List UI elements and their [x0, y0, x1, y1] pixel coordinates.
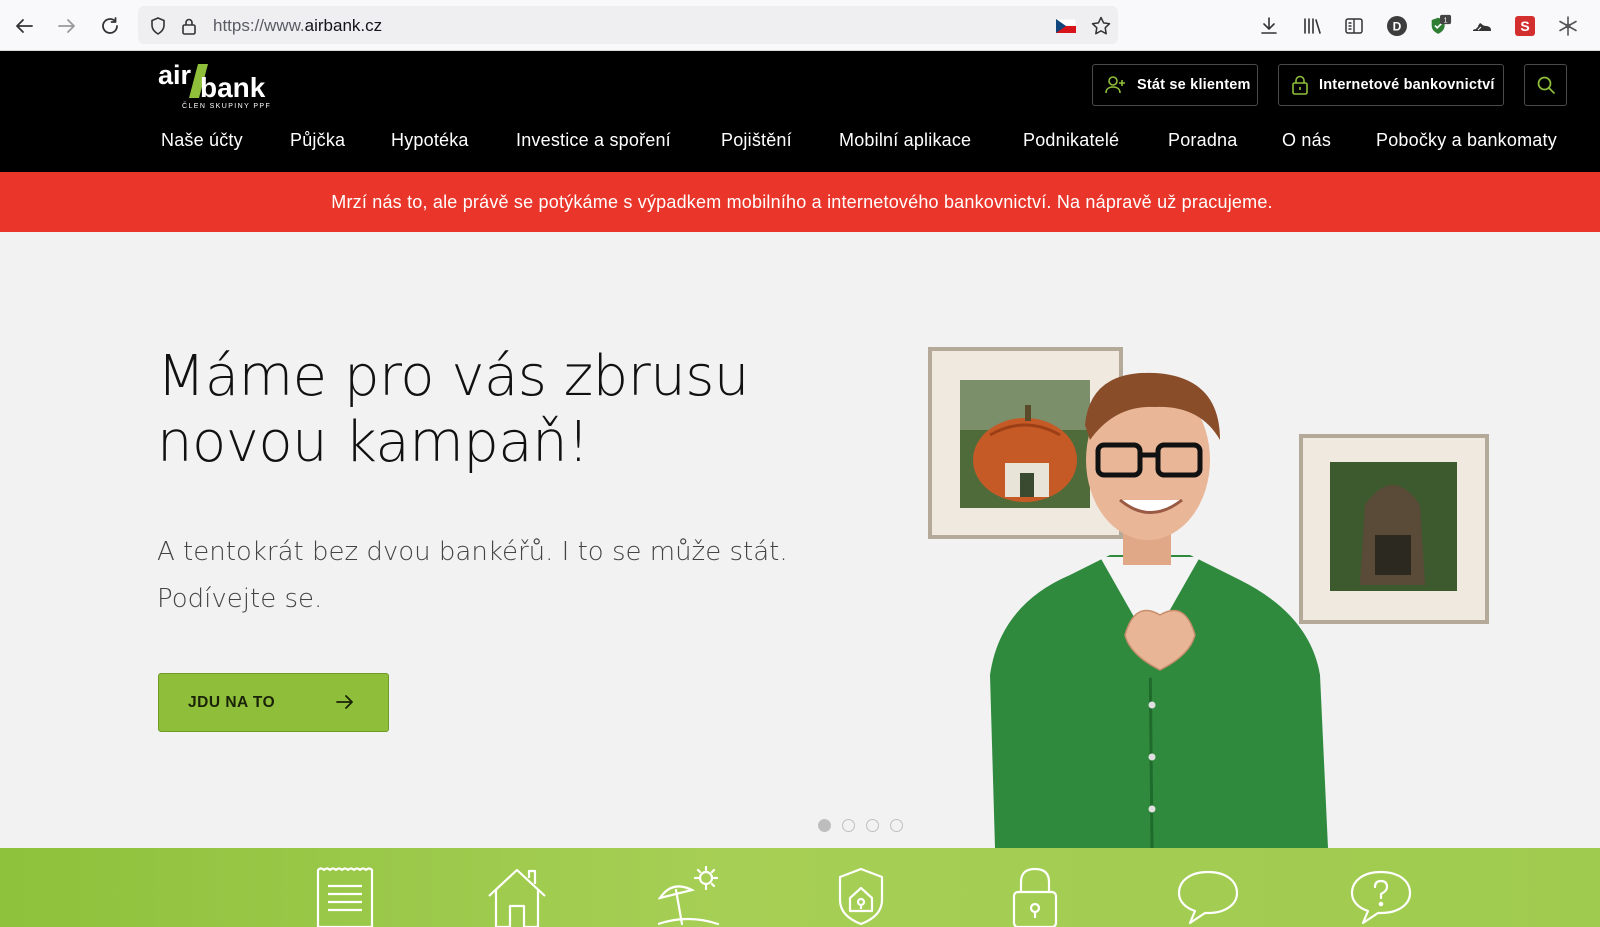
- airbank-logo[interactable]: air bank ČLEN SKUPINY PPF: [158, 58, 288, 110]
- svg-text:D: D: [1393, 20, 1402, 34]
- carousel-dot-2[interactable]: [842, 819, 855, 832]
- beach-umbrella-icon[interactable]: [658, 866, 722, 927]
- extension-badge-count: 1: [1443, 15, 1447, 24]
- hero-title: Máme pro vás zbrusu novou kampaň!: [157, 344, 837, 476]
- url-domain: airbank.cz: [304, 16, 383, 35]
- forward-arrow-icon[interactable]: [54, 13, 80, 39]
- url-text[interactable]: https://www.airbank.cz: [213, 16, 382, 36]
- download-icon[interactable]: [1257, 14, 1281, 38]
- hero-subtitle-line1: A tentokrát bez dvou bankéřů. I to se mů…: [157, 537, 788, 567]
- hero-title-line2: novou kampaň!: [157, 410, 590, 475]
- nav-item-investice[interactable]: Investice a spoření: [516, 130, 671, 151]
- nav-item-poradna[interactable]: Poradna: [1168, 130, 1237, 151]
- help-question-icon[interactable]: [1349, 866, 1413, 927]
- carousel-dot-1[interactable]: [818, 819, 831, 832]
- internet-banking-label: Internetové bankovnictví: [1319, 77, 1495, 93]
- ublock-shield-icon[interactable]: 1: [1428, 14, 1452, 38]
- security-padlock-icon[interactable]: [1003, 866, 1067, 927]
- reload-icon[interactable]: [97, 13, 123, 39]
- chat-bubble-icon[interactable]: [1176, 866, 1240, 927]
- nav-item-mobilni-aplikace[interactable]: Mobilní aplikace: [839, 130, 971, 151]
- hero-subtitle-line2: Podívejte se.: [157, 584, 323, 614]
- account-statement-icon[interactable]: [313, 866, 377, 927]
- hero-title-line1: Máme pro vás zbrusu: [157, 344, 749, 409]
- nav-item-pojisteni[interactable]: Pojištění: [721, 130, 792, 151]
- lock-icon[interactable]: [177, 14, 201, 38]
- internet-banking-button[interactable]: Internetové bankovnictví: [1278, 64, 1504, 106]
- logo-subtitle: ČLEN SKUPINY PPF: [182, 101, 271, 110]
- library-icon[interactable]: [1300, 14, 1324, 38]
- add-user-icon: [1105, 76, 1125, 94]
- snowflake-extension-icon[interactable]: [1556, 14, 1580, 38]
- logo-bank-text: bank: [200, 72, 266, 103]
- cta-button[interactable]: JDU NA TO: [158, 673, 389, 732]
- shield-icon[interactable]: [146, 14, 170, 38]
- czech-flag-icon[interactable]: [1054, 14, 1078, 38]
- campaign-man-illustration: [928, 347, 1489, 848]
- shoe-extension-icon[interactable]: [1470, 14, 1494, 38]
- cta-label: JDU NA TO: [188, 694, 276, 711]
- reader-view-icon[interactable]: [1342, 14, 1366, 38]
- red-s-extension-icon[interactable]: S: [1513, 14, 1537, 38]
- outage-alert-banner: Mrzí nás to, ale právě se potýkáme s výp…: [0, 172, 1600, 232]
- become-client-button[interactable]: Stát se klientem: [1092, 64, 1258, 106]
- nav-item-pujcka[interactable]: Půjčka: [290, 130, 345, 151]
- forest-throne-picture: [1299, 434, 1489, 624]
- lock-icon: [1292, 75, 1308, 95]
- hero-subtitle: A tentokrát bez dvou bankéřů. I to se mů…: [157, 529, 857, 623]
- url-prefix: https://www.: [213, 16, 305, 35]
- arrow-right-icon: [336, 695, 353, 709]
- main-nav: Naše účty Půjčka Hypotéka Investice a sp…: [0, 130, 1600, 156]
- nav-item-nase-ucty[interactable]: Naše účty: [161, 130, 243, 151]
- alert-message: Mrzí nás to, ale právě se potýkáme s výp…: [331, 191, 1273, 212]
- nav-item-hypoteka[interactable]: Hypotéka: [391, 130, 469, 151]
- nav-item-pobocky[interactable]: Pobočky a bankomaty: [1376, 130, 1557, 151]
- logo-air-text: air: [158, 60, 192, 90]
- search-icon: [1537, 76, 1555, 94]
- profile-d-icon[interactable]: D: [1385, 14, 1409, 38]
- browser-toolbar: https://www.airbank.cz D 1 S: [0, 0, 1600, 51]
- nav-item-podnikatele[interactable]: Podnikatelé: [1023, 130, 1119, 151]
- back-arrow-icon[interactable]: [11, 13, 37, 39]
- insurance-shield-icon[interactable]: [829, 866, 893, 927]
- house-icon[interactable]: [485, 866, 549, 927]
- become-client-label: Stát se klientem: [1137, 77, 1251, 93]
- bookmark-star-icon[interactable]: [1089, 14, 1113, 38]
- carousel-dot-4[interactable]: [890, 819, 903, 832]
- nav-item-o-nas[interactable]: O nás: [1282, 130, 1331, 151]
- svg-text:S: S: [1520, 18, 1529, 34]
- carousel-dot-3[interactable]: [866, 819, 879, 832]
- search-button[interactable]: [1524, 64, 1567, 106]
